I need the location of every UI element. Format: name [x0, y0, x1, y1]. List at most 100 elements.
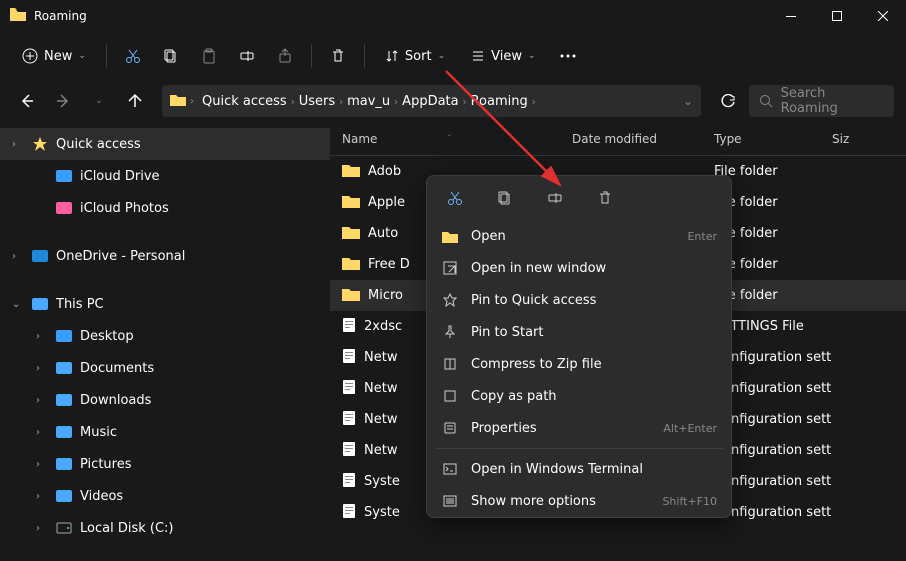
view-label: View [491, 49, 522, 64]
file-icon [342, 194, 360, 212]
up-button[interactable] [120, 86, 150, 116]
arrow-right-icon [55, 93, 71, 109]
plus-circle-icon [22, 48, 38, 64]
window-title: Roaming [34, 9, 768, 23]
cut-button[interactable] [117, 42, 149, 70]
chevron-right-icon: › [532, 97, 536, 108]
col-size[interactable]: Siz [832, 132, 906, 146]
file-icon [342, 503, 356, 523]
context-menu-item-icon [441, 389, 459, 403]
breadcrumb-segment[interactable]: Roaming [467, 92, 532, 111]
file-icon [342, 317, 356, 337]
expand-arrow-icon: › [36, 491, 48, 502]
context-menu-item-label: Open [471, 229, 675, 244]
col-name[interactable]: Name [342, 132, 377, 146]
sidebar-item[interactable]: iCloud Photos [0, 192, 330, 224]
sidebar-item[interactable]: ›Local Disk (C:) [0, 512, 330, 544]
sort-label: Sort [405, 49, 432, 64]
delete-button[interactable] [322, 42, 354, 70]
sidebar-item[interactable]: ›Documents [0, 352, 330, 384]
context-menu-item-shortcut: Alt+Enter [663, 422, 717, 435]
sidebar-item[interactable]: ›Videos [0, 480, 330, 512]
share-icon [277, 48, 293, 64]
context-menu-item-icon [441, 357, 459, 371]
toolbar: New ⌄ Sort ⌄ View ⌄ [0, 32, 906, 80]
share-button[interactable] [269, 42, 301, 70]
col-type[interactable]: Type [714, 132, 832, 146]
sidebar-item-icon [54, 520, 74, 536]
column-headers[interactable]: Name ˆ Date modified Type Siz [330, 122, 906, 156]
file-icon [342, 348, 356, 368]
view-icon [471, 49, 485, 63]
search-input[interactable]: Search Roaming [749, 85, 894, 117]
sidebar-item-label: This PC [56, 297, 104, 312]
context-menu-item-label: Pin to Quick access [471, 293, 717, 308]
refresh-button[interactable] [713, 86, 743, 116]
sort-button[interactable]: Sort ⌄ [375, 43, 455, 70]
recent-button[interactable]: ⌄ [84, 86, 114, 116]
search-placeholder: Search Roaming [781, 86, 884, 116]
file-icon [342, 410, 356, 430]
ctx-cut-button[interactable] [441, 184, 469, 212]
ellipsis-icon [560, 54, 576, 58]
col-date[interactable]: Date modified [572, 132, 714, 146]
context-menu-item[interactable]: Open in new window [427, 252, 731, 284]
sidebar: ›Quick accessiCloud DriveiCloud Photos ›O… [0, 122, 330, 561]
back-button[interactable] [12, 86, 42, 116]
chevron-right-icon: › [463, 97, 467, 108]
breadcrumb-segment[interactable]: mav_u [343, 92, 394, 111]
minimize-button[interactable] [768, 0, 814, 32]
context-menu-item[interactable]: OpenEnter [427, 220, 731, 252]
sort-icon [385, 49, 399, 63]
sidebar-item-label: Local Disk (C:) [80, 521, 173, 536]
breadcrumb-segment[interactable]: Quick access [198, 92, 291, 111]
file-icon [342, 225, 360, 243]
close-button[interactable] [860, 0, 906, 32]
ctx-copy-button[interactable] [491, 184, 519, 212]
sidebar-item[interactable]: ›Quick access [0, 128, 330, 160]
breadcrumb[interactable]: › Quick access›Users›mav_u›AppData›Roami… [162, 85, 701, 117]
search-icon [759, 94, 773, 108]
context-menu-item[interactable]: Copy as path [427, 380, 731, 412]
ctx-rename-button[interactable] [541, 184, 569, 212]
context-menu-item[interactable]: Pin to Quick access [427, 284, 731, 316]
sidebar-item[interactable]: ›Pictures [0, 448, 330, 480]
sort-caret-icon: ˆ [447, 134, 451, 143]
file-type: File folder [714, 164, 832, 179]
forward-button[interactable] [48, 86, 78, 116]
new-button-label: New [44, 49, 72, 64]
view-button[interactable]: View ⌄ [461, 43, 545, 70]
context-menu-item-label: Compress to Zip file [471, 357, 717, 372]
file-name: Micro [368, 288, 403, 303]
file-icon [342, 256, 360, 274]
sidebar-item-icon [30, 136, 50, 152]
copy-button[interactable] [155, 42, 187, 70]
sidebar-item[interactable]: ›OneDrive - Personal [0, 240, 330, 272]
file-name: Netw [364, 443, 397, 458]
sidebar-item[interactable]: iCloud Drive [0, 160, 330, 192]
maximize-button[interactable] [814, 0, 860, 32]
context-menu-item-icon [441, 463, 459, 475]
ctx-delete-button[interactable] [591, 184, 619, 212]
context-menu-item-icon [441, 261, 459, 275]
new-button[interactable]: New ⌄ [12, 42, 96, 70]
expand-arrow-icon: ⌄ [12, 299, 24, 310]
more-button[interactable] [552, 48, 584, 64]
sidebar-item[interactable]: ›Music [0, 416, 330, 448]
paste-button[interactable] [193, 42, 225, 70]
context-menu-item[interactable]: Properties Alt+Enter [427, 412, 731, 444]
sidebar-item[interactable]: ›Desktop [0, 320, 330, 352]
breadcrumb-segment[interactable]: Users [295, 92, 339, 111]
sidebar-item[interactable]: ›Downloads [0, 384, 330, 416]
sidebar-item-label: Desktop [80, 329, 134, 344]
context-menu-item-label: Properties [471, 421, 651, 436]
context-menu-item[interactable]: Open in Windows Terminal [427, 453, 731, 485]
context-menu-item[interactable]: Compress to Zip file [427, 348, 731, 380]
breadcrumb-folder-icon [170, 93, 186, 110]
breadcrumb-segment[interactable]: AppData [398, 92, 462, 111]
sidebar-item[interactable]: ⌄ This PC [0, 288, 330, 320]
context-menu-item[interactable]: Pin to Start [427, 316, 731, 348]
rename-button[interactable] [231, 42, 263, 70]
context-menu-item-label: Open in Windows Terminal [471, 462, 717, 477]
context-menu-item[interactable]: Show more optionsShift+F10 [427, 485, 731, 517]
